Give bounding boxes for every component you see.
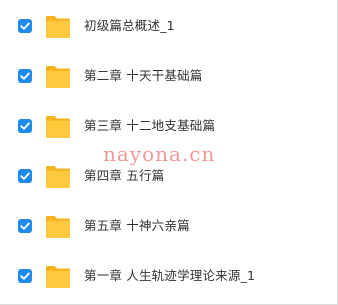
folder-row[interactable]: 第四章 五行篇 <box>0 156 337 196</box>
row-checkbox[interactable] <box>18 269 32 283</box>
checkmark-icon <box>20 222 30 230</box>
folder-icon <box>45 212 71 240</box>
row-checkbox[interactable] <box>18 119 32 133</box>
checkmark-icon <box>20 22 30 30</box>
folder-icon <box>45 62 71 90</box>
checkmark-icon <box>20 272 30 280</box>
folder-icon <box>45 262 71 290</box>
folder-row[interactable]: 第二章 十天干基础篇 <box>0 56 337 96</box>
checkmark-icon <box>20 72 30 80</box>
checkmark-icon <box>20 122 30 130</box>
folder-row[interactable]: 第五章 十神六亲篇 <box>0 206 337 246</box>
row-checkbox[interactable] <box>18 19 32 33</box>
row-checkbox[interactable] <box>18 219 32 233</box>
folder-row[interactable]: 第一章 人生轨迹学理论来源_1 <box>0 256 337 296</box>
folder-name[interactable]: 第五章 十神六亲篇 <box>84 218 190 234</box>
folder-row[interactable]: 第三章 十二地支基础篇 <box>0 106 337 146</box>
row-checkbox[interactable] <box>18 69 32 83</box>
row-checkbox[interactable] <box>18 169 32 183</box>
folder-name[interactable]: 第三章 十二地支基础篇 <box>84 118 215 134</box>
folder-icon <box>45 12 71 40</box>
checkmark-icon <box>20 172 30 180</box>
folder-name[interactable]: 第二章 十天干基础篇 <box>84 68 202 84</box>
folder-name[interactable]: 第四章 五行篇 <box>84 168 164 184</box>
file-list-panel: 初级篇总概述_1 第二章 十天干基础篇 第三章 十二地支基础篇 第四章 五行篇 … <box>0 0 338 305</box>
folder-name[interactable]: 初级篇总概述_1 <box>84 18 175 34</box>
folder-row[interactable]: 初级篇总概述_1 <box>0 6 337 46</box>
folder-name[interactable]: 第一章 人生轨迹学理论来源_1 <box>84 268 255 284</box>
folder-icon <box>45 112 71 140</box>
folder-icon <box>45 162 71 190</box>
